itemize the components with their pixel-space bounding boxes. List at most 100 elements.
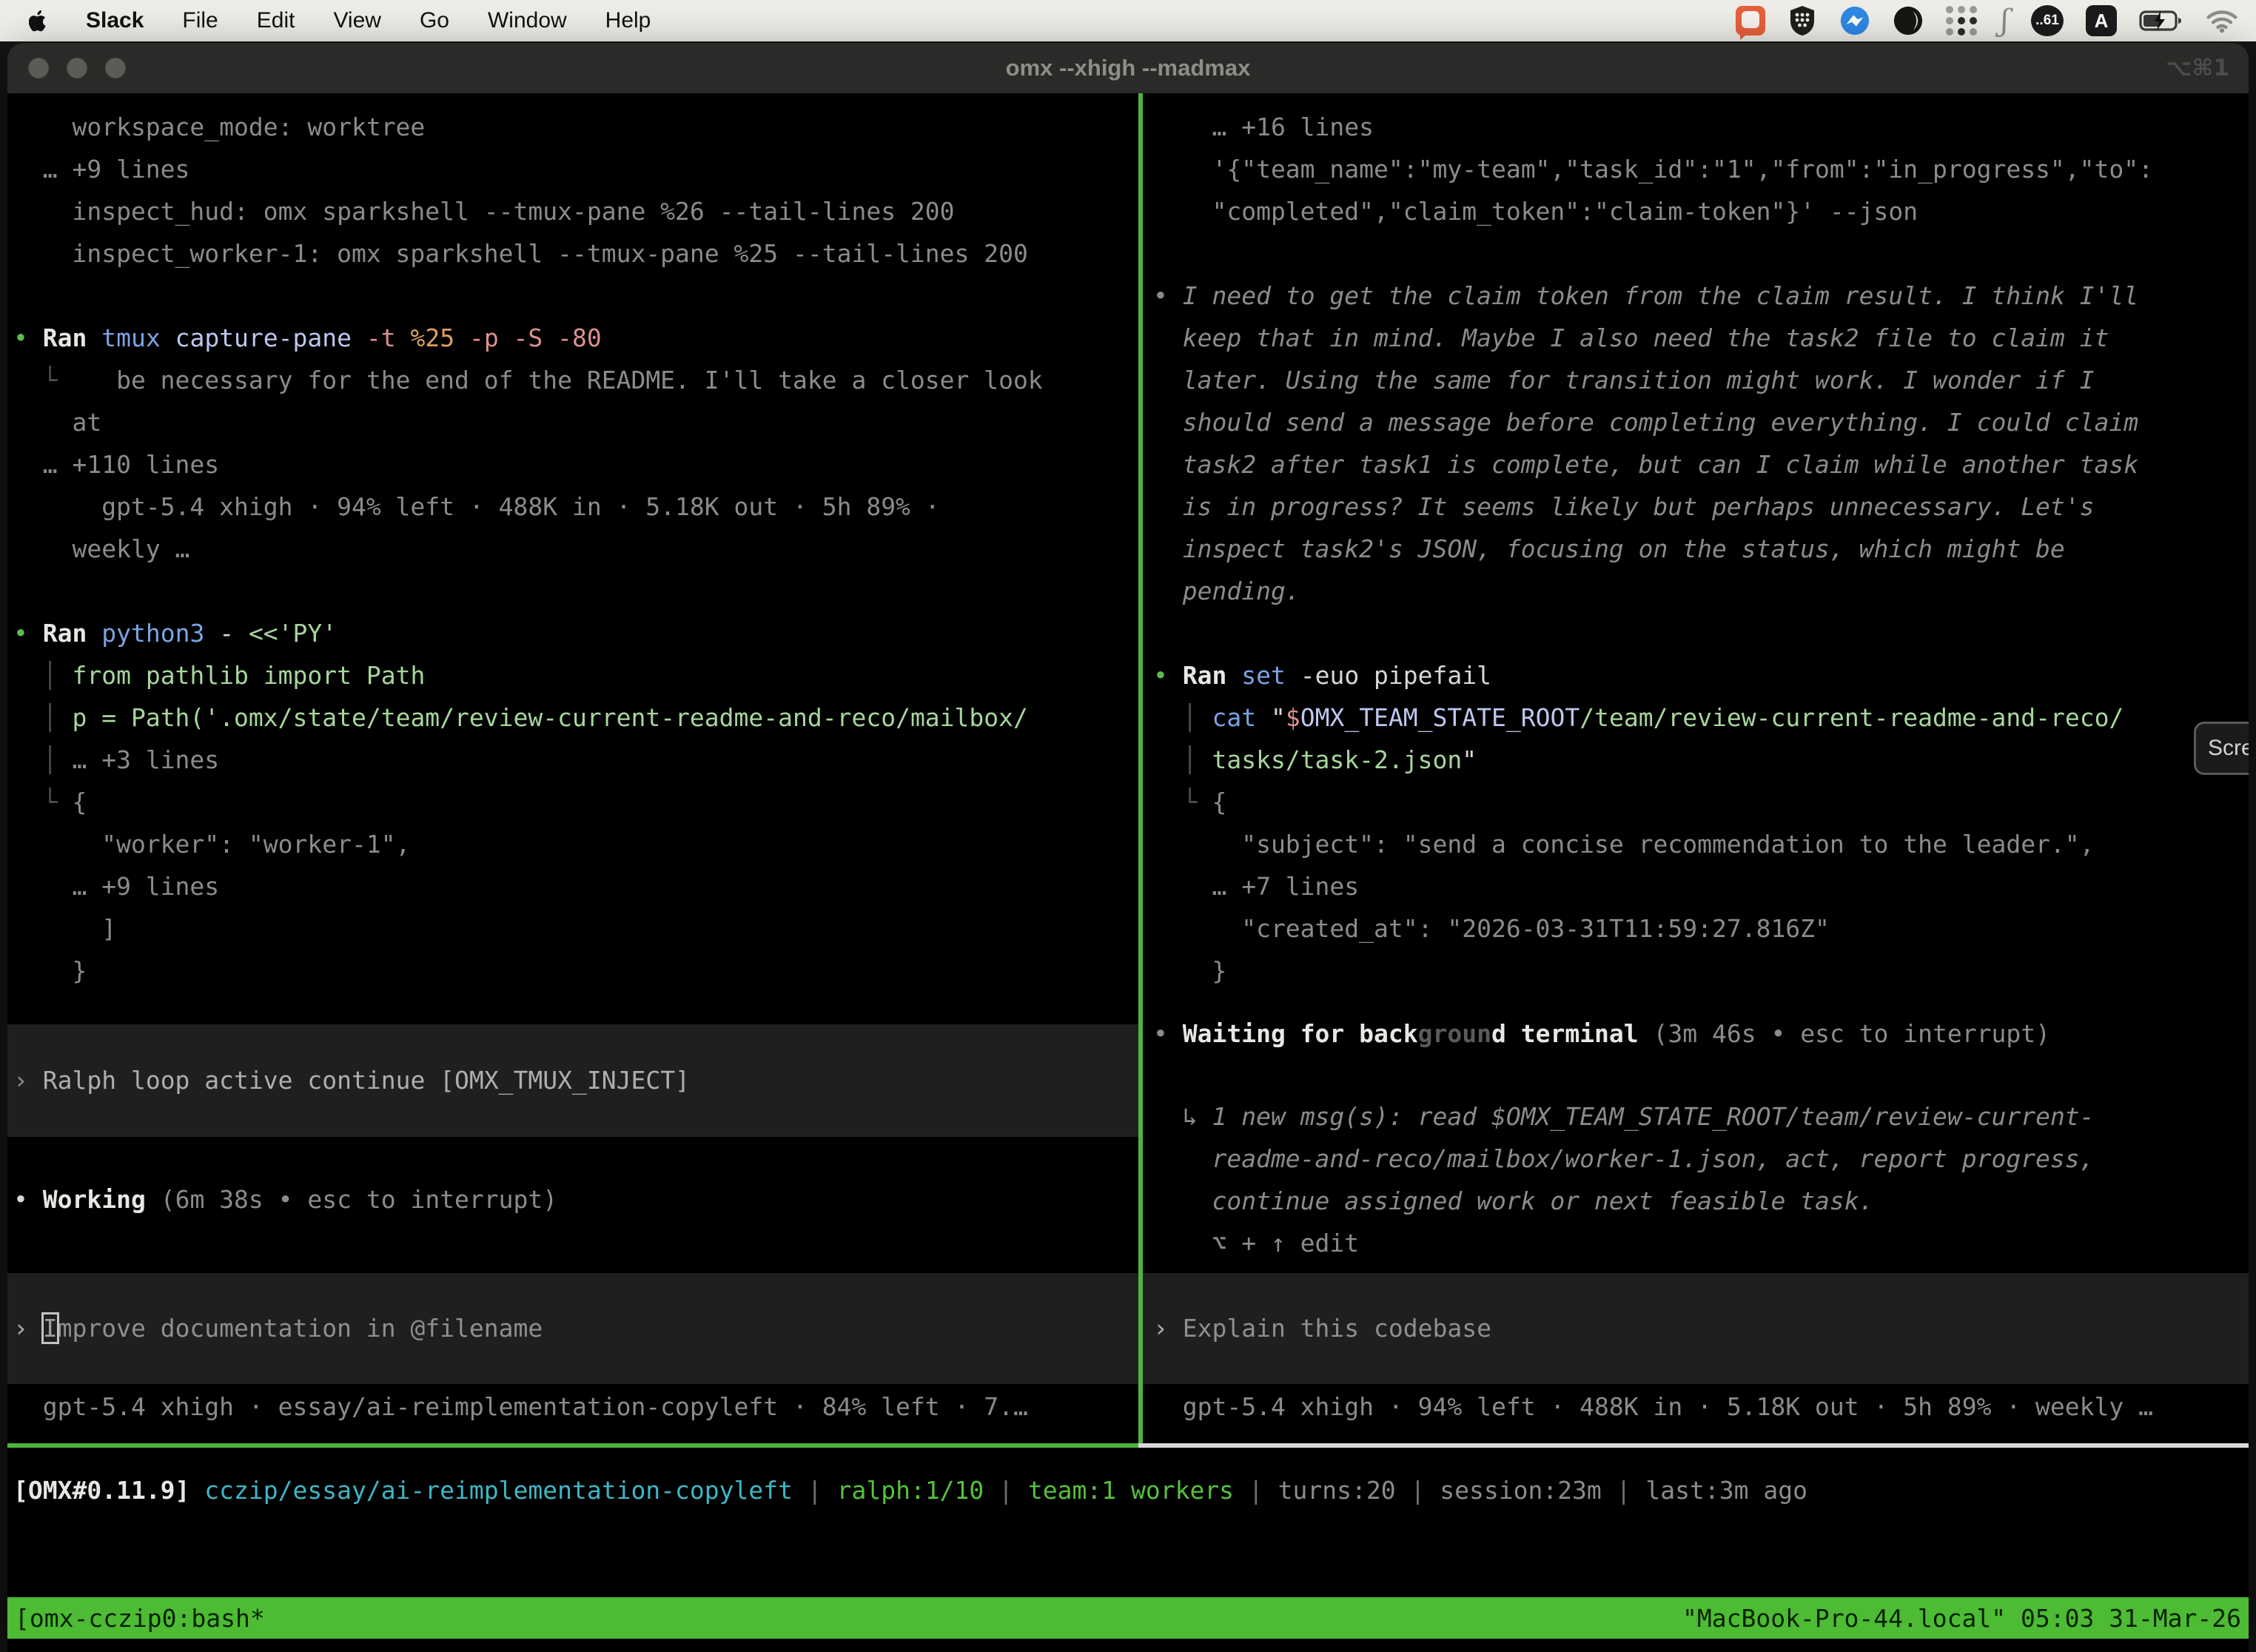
mailbox-notification: continue assigned work or next feasible … <box>1143 1180 2249 1222</box>
menu-item-window[interactable]: Window <box>469 8 586 33</box>
terminal-line: inspect task2's JSON, focusing on the st… <box>1143 528 2249 570</box>
terminal-line: } <box>7 950 1138 992</box>
terminal-line: task2 after task1 is complete, but can I… <box>1143 443 2249 486</box>
left-session-statusline: gpt-5.4 xhigh · essay/ai-reimplementatio… <box>7 1386 1138 1428</box>
terminal-line: … +9 lines <box>7 148 1138 190</box>
traffic-lights <box>7 58 126 78</box>
terminal-line: ⌥ + ↑ edit <box>1143 1222 2249 1264</box>
moon-app-icon[interactable] <box>1893 6 1924 36</box>
right-session-statusline: gpt-5.4 xhigh · 94% left · 488K in · 5.1… <box>1143 1386 2249 1428</box>
terminal-line: └ be necessary for the end of the README… <box>7 359 1138 401</box>
battery-icon[interactable] <box>2139 6 2183 36</box>
terminal-line: gpt-5.4 xhigh · essay/ai-reimplementatio… <box>7 1386 1138 1428</box>
window-title: omx --xhigh --madmax <box>1006 55 1251 81</box>
terminal-line: └ { <box>7 781 1138 823</box>
right-pane-border <box>1138 1443 2249 1448</box>
right-waiting-status: • Waiting for background terminal (3m 46… <box>1143 1013 2249 1055</box>
terminal-line: gpt-5.4 xhigh · 94% left · 488K in · 5.1… <box>7 486 1138 528</box>
terminal-line: readme-and-reco/mailbox/worker-1.json, a… <box>1143 1138 2249 1180</box>
terminal-line: inspect_hud: omx sparkshell --tmux-pane … <box>7 190 1138 232</box>
zoom-button[interactable] <box>105 58 126 78</box>
terminal-line <box>7 275 1138 317</box>
left-pane-border <box>7 1443 1138 1448</box>
terminal-line: ↳ 1 new msg(s): read $OMX_TEAM_STATE_ROO… <box>1143 1095 2249 1138</box>
terminal-line: │ p = Path('.omx/state/team/review-curre… <box>7 696 1138 739</box>
terminal-line: "worker": "worker-1", <box>7 823 1138 865</box>
s-curve-icon[interactable]: ʃ <box>2001 6 2009 36</box>
terminal-line: pending. <box>1143 570 2249 612</box>
menu-bar: Slack FileEditViewGoWindowHelp ʃ ..61 A <box>0 0 2256 41</box>
terminal-line: • Ran set -euo pipefail <box>1143 654 2249 696</box>
terminal-line: '{"team_name":"my-team","task_id":"1","f… <box>1143 148 2249 190</box>
terminal-line: › Improve documentation in @filename <box>7 1307 1138 1349</box>
screen-popup[interactable]: Scre <box>2194 722 2249 775</box>
dots-grid-icon[interactable] <box>1946 6 1978 36</box>
edit-hint: ⌥ + ↑ edit <box>1143 1222 2249 1264</box>
tmux-host-clock: "MacBook-Pro-44.local" 05:03 31-Mar-26 <box>1682 1604 2241 1633</box>
menu-item-file[interactable]: File <box>163 8 237 33</box>
terminal-line: "completed","claim_token":"claim-token"}… <box>1143 190 2249 232</box>
right-scrollback: … +16 lines '{"team_name":"my-team","tas… <box>1143 93 2249 992</box>
terminal-line: workspace_mode: worktree <box>7 106 1138 148</box>
terminal-line: • Waiting for background terminal (3m 46… <box>1143 1013 2249 1055</box>
close-button[interactable] <box>28 58 49 78</box>
terminal-line: └ { <box>1143 781 2249 823</box>
menu-item-go[interactable]: Go <box>400 8 469 33</box>
wifi-icon[interactable] <box>2206 6 2238 36</box>
terminal-line: • Ran tmux capture-pane -t %25 -p -S -80 <box>7 317 1138 359</box>
terminal-line: } <box>1143 950 2249 992</box>
tmux-status-bar: [omx-cczip0:bash* "MacBook-Pro-44.local"… <box>7 1597 2249 1639</box>
pane-divider[interactable] <box>1138 93 1143 1443</box>
right-terminal-pane[interactable]: … +16 lines '{"team_name":"my-team","tas… <box>1143 93 2249 1443</box>
menu-item-view[interactable]: View <box>314 8 400 33</box>
mailbox-notification: readme-and-reco/mailbox/worker-1.json, a… <box>1143 1138 2249 1180</box>
terminal-line: inspect_worker-1: omx sparkshell --tmux-… <box>7 232 1138 275</box>
apple-menu[interactable] <box>22 9 56 33</box>
left-prompt-input[interactable]: › Improve documentation in @filename <box>7 1273 1138 1384</box>
badge-61-icon[interactable]: ..61 <box>2031 5 2064 36</box>
terminal-line: │ … +3 lines <box>7 739 1138 781</box>
terminal-line: • Ran python3 - <<'PY' <box>7 612 1138 654</box>
right-prompt-input[interactable]: › Explain this codebase <box>1143 1273 2249 1384</box>
terminal-line: › Ralph loop active continue [OMX_TMUX_I… <box>7 1059 1138 1101</box>
terminal-line: is in progress? It seems likely but perh… <box>1143 486 2249 528</box>
terminal-line <box>7 570 1138 612</box>
terminal-line: … +7 lines <box>1143 865 2249 907</box>
omx-status-line: [OMX#0.11.9] cczip/essay/ai-reimplementa… <box>13 1469 2249 1511</box>
menu-item-help[interactable]: Help <box>586 8 671 33</box>
left-working-status: • Working (6m 38s • esc to interrupt) <box>7 1178 1138 1220</box>
window-shortcut-hint: ⌥⌘1 <box>2166 55 2249 81</box>
terminal-line: later. Using the same for transition mig… <box>1143 359 2249 401</box>
apple-icon <box>29 9 50 33</box>
terminal-line: "subject": "send a concise recommendatio… <box>1143 823 2249 865</box>
ralph-loop-banner: › Ralph loop active continue [OMX_TMUX_I… <box>7 1024 1138 1137</box>
menu-item-app[interactable]: Slack <box>67 8 163 33</box>
menu-item-edit[interactable]: Edit <box>238 8 315 33</box>
left-scrollback: workspace_mode: worktree … +9 lines insp… <box>7 93 1138 992</box>
input-source-icon[interactable]: A <box>2086 5 2117 36</box>
shield-grid-icon[interactable] <box>1787 6 1817 36</box>
terminal-line: › Explain this codebase <box>1143 1307 2249 1349</box>
minimize-button[interactable] <box>67 58 87 78</box>
messenger-icon[interactable] <box>1839 6 1870 36</box>
tmux-session-label[interactable]: [omx-cczip0:bash* <box>15 1604 265 1633</box>
terminal-line <box>1143 612 2249 654</box>
terminal-line: gpt-5.4 xhigh · 94% left · 488K in · 5.1… <box>1143 1386 2249 1428</box>
terminal-line: │ cat "$OMX_TEAM_STATE_ROOT/team/review-… <box>1143 696 2249 739</box>
screenshot-app-icon[interactable] <box>1736 6 1765 36</box>
terminal-line: … +9 lines <box>7 865 1138 907</box>
terminal-window: omx --xhigh --madmax ⌥⌘1 workspace_mode:… <box>7 43 2249 1652</box>
terminal-line <box>1143 232 2249 275</box>
terminal-line: keep that in mind. Maybe I also need the… <box>1143 317 2249 359</box>
left-terminal-pane[interactable]: workspace_mode: worktree … +9 lines insp… <box>7 93 1138 1443</box>
terminal-line: at <box>7 401 1138 443</box>
terminal-line: • I need to get the claim token from the… <box>1143 275 2249 317</box>
terminal-line: continue assigned work or next feasible … <box>1143 1180 2249 1222</box>
mailbox-notification: ↳ 1 new msg(s): read $OMX_TEAM_STATE_ROO… <box>1143 1095 2249 1138</box>
terminal-line: "created_at": "2026-03-31T11:59:27.816Z" <box>1143 907 2249 950</box>
window-titlebar[interactable]: omx --xhigh --madmax ⌥⌘1 <box>7 43 2249 93</box>
terminal-line: … +16 lines <box>1143 106 2249 148</box>
terminal-line: should send a message before completing … <box>1143 401 2249 443</box>
terminal-line: │ tasks/task-2.json" <box>1143 739 2249 781</box>
terminal-line: │ from pathlib import Path <box>7 654 1138 696</box>
